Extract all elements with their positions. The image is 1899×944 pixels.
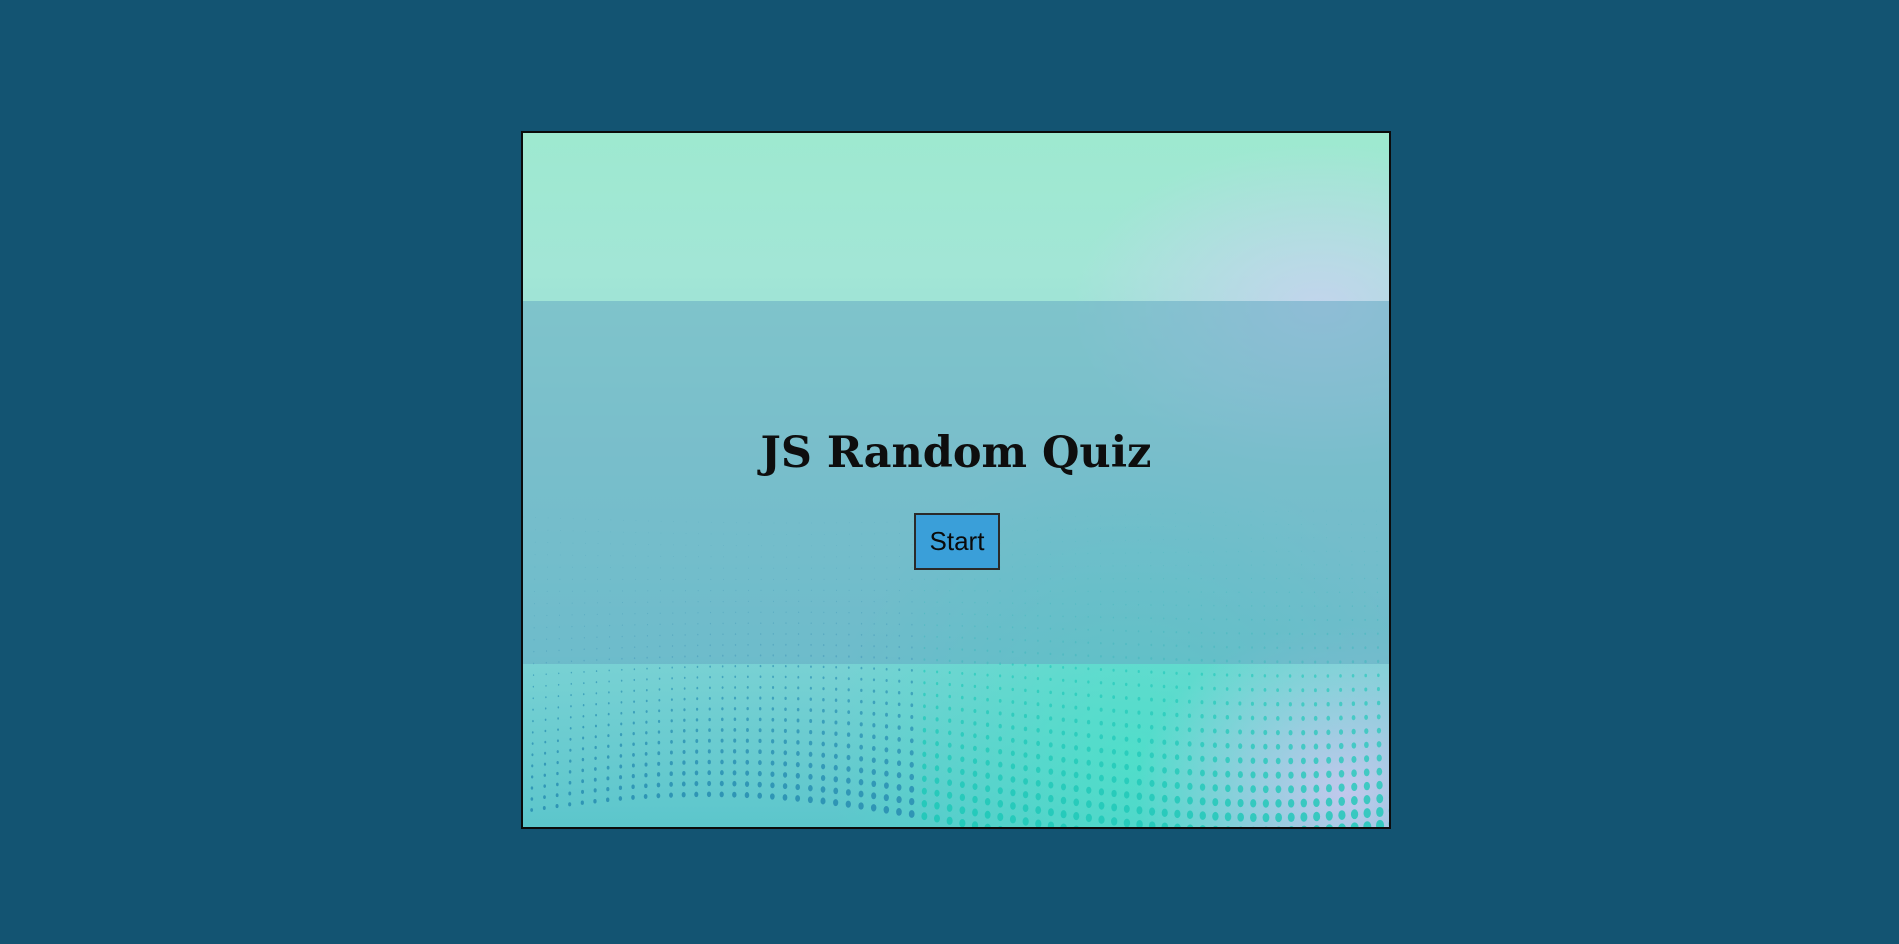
quiz-container: JS Random Quiz Start: [521, 131, 1391, 829]
start-button[interactable]: Start: [914, 513, 1000, 570]
quiz-title: JS Random Quiz: [760, 428, 1152, 478]
quiz-overlay-panel: [523, 301, 1389, 664]
